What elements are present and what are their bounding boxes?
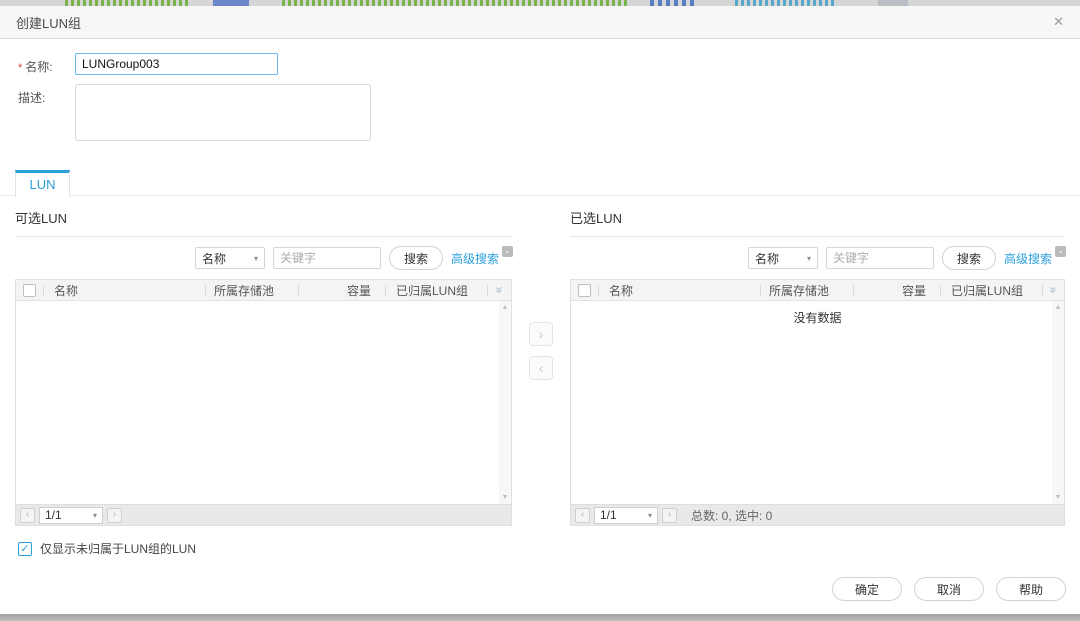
page-select[interactable]: 1/1 ▾ — [594, 507, 658, 524]
no-data-text: 没有数据 — [571, 301, 1064, 326]
help-button[interactable]: 帮助 — [996, 577, 1066, 601]
filter-row: ✓ 仅显示未归属于LUN组的LUN — [0, 526, 1080, 557]
chevron-right-icon: › — [539, 326, 544, 342]
scroll-up-icon[interactable]: ▲ — [1055, 304, 1062, 311]
available-pagination: ‹ 1/1 ▾ › — [16, 504, 511, 525]
selected-search-button[interactable]: 搜索 — [942, 246, 996, 270]
create-lun-group-dialog: 创建LUN组 ✕ *名称: 描述: LUN 可选LUN 名称 ▾ — [0, 6, 1080, 614]
column-header-owning-group[interactable]: 已归属LUN组 — [941, 282, 1042, 299]
selected-table-header: 名称 所属存储池 容量 已归属LUN组 » — [571, 280, 1064, 301]
selected-search-row: 名称 ▾ 搜索 高级搜索 ⌄ — [570, 246, 1065, 270]
selected-pagination: ‹ 1/1 ▾ › 总数: 0, 选中: 0 — [571, 504, 1064, 525]
dialog-footer: 确定 取消 帮助 — [0, 577, 1080, 614]
selected-lun-panel: 已选LUN 名称 ▾ 搜索 高级搜索 ⌄ 名称 — [570, 207, 1065, 526]
available-keyword-input[interactable] — [273, 247, 381, 269]
cancel-button[interactable]: 取消 — [914, 577, 984, 601]
dialog-title: 创建LUN组 — [16, 13, 81, 32]
column-header-pool[interactable]: 所属存储池 — [761, 282, 853, 299]
scroll-down-icon[interactable]: ▼ — [502, 494, 509, 501]
prev-page-button[interactable]: ‹ — [20, 508, 35, 523]
scroll-down-icon[interactable]: ▼ — [1055, 494, 1062, 501]
dialog-bottom-shadow — [0, 614, 1080, 621]
divider — [570, 236, 1065, 237]
column-header-owning-group[interactable]: 已归属LUN组 — [386, 282, 487, 299]
next-page-button[interactable]: › — [662, 508, 677, 523]
page-select[interactable]: 1/1 ▾ — [39, 507, 103, 524]
available-table-header: 名称 所属存储池 容量 已归属LUN组 » — [16, 280, 511, 301]
column-header-name[interactable]: 名称 — [599, 282, 760, 299]
selected-lun-title: 已选LUN — [570, 207, 1065, 227]
required-asterisk-icon: * — [18, 62, 22, 74]
name-row: *名称: — [18, 53, 1062, 75]
selected-advanced-search-link[interactable]: 高级搜索 ⌄ — [1004, 250, 1065, 267]
available-lun-panel: 可选LUN 名称 ▾ 搜索 高级搜索 ⌄ 名称 — [15, 207, 512, 526]
filter-checkbox-label: 仅显示未归属于LUN组的LUN — [40, 540, 196, 557]
column-header-capacity[interactable]: 容量 — [299, 282, 385, 299]
prev-page-button[interactable]: ‹ — [575, 508, 590, 523]
name-input[interactable] — [75, 53, 278, 75]
close-icon[interactable]: ✕ — [1053, 14, 1064, 30]
available-search-row: 名称 ▾ 搜索 高级搜索 ⌄ — [15, 246, 512, 270]
chevron-down-icon: ▾ — [254, 254, 258, 263]
scrollbar[interactable]: ▲ ▼ — [1052, 301, 1064, 504]
column-chooser-icon[interactable]: » — [493, 287, 507, 294]
chevron-down-icon: ▾ — [648, 511, 652, 520]
tab-lun[interactable]: LUN — [15, 170, 70, 197]
description-row: 描述: — [18, 84, 1062, 141]
select-all-checkbox[interactable] — [578, 284, 591, 297]
selected-lun-table: 名称 所属存储池 容量 已归属LUN组 » 没有数据 ▲ ▼ — [570, 279, 1065, 526]
scroll-up-icon[interactable]: ▲ — [502, 304, 509, 311]
move-right-button[interactable]: › — [529, 322, 553, 346]
chevron-down-icon: ▾ — [807, 254, 811, 263]
ok-button[interactable]: 确定 — [832, 577, 902, 601]
divider — [15, 236, 512, 237]
column-header-name[interactable]: 名称 — [44, 282, 205, 299]
form-area: *名称: 描述: — [0, 39, 1080, 150]
transfer-content: 可选LUN 名称 ▾ 搜索 高级搜索 ⌄ 名称 — [0, 196, 1080, 526]
dialog-header: 创建LUN组 ✕ — [0, 6, 1080, 39]
advanced-search-badge-icon: ⌄ — [1055, 246, 1066, 257]
chevron-down-icon: ▾ — [93, 511, 97, 520]
next-page-button[interactable]: › — [107, 508, 122, 523]
column-header-pool[interactable]: 所属存储池 — [206, 282, 298, 299]
tab-strip: LUN — [0, 169, 1080, 196]
available-search-button[interactable]: 搜索 — [389, 246, 443, 270]
move-left-button[interactable]: ‹ — [529, 356, 553, 380]
description-textarea[interactable] — [75, 84, 371, 141]
selected-table-body: 没有数据 ▲ ▼ — [571, 301, 1064, 504]
scrollbar[interactable]: ▲ ▼ — [499, 301, 511, 504]
available-field-select[interactable]: 名称 ▾ — [195, 247, 265, 269]
selected-field-select[interactable]: 名称 ▾ — [748, 247, 818, 269]
available-advanced-search-link[interactable]: 高级搜索 ⌄ — [451, 250, 512, 267]
check-icon: ✓ — [20, 543, 29, 555]
filter-checkbox[interactable]: ✓ — [18, 542, 32, 556]
chevron-left-icon: ‹ — [539, 360, 544, 376]
column-chooser-icon[interactable]: » — [1047, 287, 1061, 294]
column-header-capacity[interactable]: 容量 — [854, 282, 940, 299]
available-lun-table: 名称 所属存储池 容量 已归属LUN组 » ▲ ▼ — [15, 279, 512, 526]
available-lun-title: 可选LUN — [15, 207, 512, 227]
available-table-body: ▲ ▼ — [16, 301, 511, 504]
selection-summary: 总数: 0, 选中: 0 — [691, 507, 772, 524]
description-label: 描述: — [18, 84, 75, 141]
name-label: *名称: — [18, 53, 75, 75]
advanced-search-badge-icon: ⌄ — [502, 246, 513, 257]
select-all-checkbox[interactable] — [23, 284, 36, 297]
selected-keyword-input[interactable] — [826, 247, 934, 269]
transfer-buttons: › ‹ — [512, 207, 570, 526]
